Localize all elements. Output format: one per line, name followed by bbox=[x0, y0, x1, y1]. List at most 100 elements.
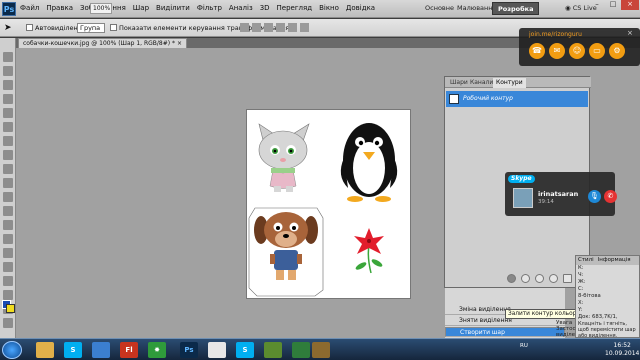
info-line: C: bbox=[578, 286, 584, 292]
align-icon[interactable] bbox=[252, 23, 261, 32]
menu-edit[interactable]: Правка bbox=[46, 4, 73, 12]
skype-call-window: Skype irinatsaran 39:14 🎙 ✆ bbox=[505, 172, 617, 216]
menu-select[interactable]: Виділити bbox=[156, 4, 190, 12]
skype-icon[interactable]: S bbox=[64, 342, 82, 358]
document-canvas[interactable] bbox=[247, 110, 410, 298]
end-call-icon[interactable]: ✆ bbox=[604, 190, 617, 203]
history-brush-tool-icon[interactable] bbox=[3, 178, 13, 188]
menu-help[interactable]: Довідка bbox=[346, 4, 375, 12]
move-tool-icon[interactable] bbox=[3, 52, 13, 62]
document-icon[interactable] bbox=[208, 342, 226, 358]
flower-illustration bbox=[354, 228, 384, 274]
system-clock[interactable]: 16:52 10.09.2014 bbox=[605, 342, 639, 358]
info-line: Ч: bbox=[578, 272, 584, 278]
caller-name: irinatsaran bbox=[538, 190, 579, 198]
auto-select-dropdown[interactable]: Група bbox=[77, 23, 105, 33]
skype-window-icon[interactable]: S bbox=[236, 342, 254, 358]
app-icon[interactable] bbox=[292, 342, 310, 358]
flash-icon[interactable]: Fl bbox=[120, 342, 138, 358]
path-row[interactable]: Робочий контур bbox=[446, 91, 588, 107]
align-icon[interactable] bbox=[288, 23, 297, 32]
healing-tool-icon[interactable] bbox=[3, 136, 13, 146]
gradient-tool-icon[interactable] bbox=[3, 206, 13, 216]
explorer-icon[interactable] bbox=[36, 342, 54, 358]
stroke-path-button[interactable] bbox=[521, 274, 530, 283]
eyedropper-tool-icon[interactable] bbox=[3, 122, 13, 132]
joinme-toolbar: join.me/rizonguru ☎ ✉ ☺ ▭ ⚙ bbox=[519, 28, 640, 66]
language-indicator[interactable]: RU bbox=[520, 343, 528, 349]
eraser-tool-icon[interactable] bbox=[3, 192, 13, 202]
chat-icon[interactable]: ✉ bbox=[549, 43, 565, 59]
align-icon[interactable] bbox=[240, 23, 249, 32]
taskbar: S Fl ✸ Ps S RU 16:52 10.09.2014 bbox=[0, 338, 640, 360]
load-selection-button[interactable] bbox=[535, 274, 544, 283]
make-path-button[interactable] bbox=[549, 274, 558, 283]
app-icon[interactable]: ✸ bbox=[148, 342, 166, 358]
clone-stamp-tool-icon[interactable] bbox=[3, 164, 13, 174]
lasso-tool-icon[interactable] bbox=[3, 80, 13, 90]
tab-paths[interactable]: Контури bbox=[493, 78, 526, 88]
workspace-design[interactable]: Розробка bbox=[492, 2, 540, 15]
tab-info[interactable]: Інформація bbox=[598, 256, 631, 265]
panel-tabs: Шари Канали Контури bbox=[445, 77, 591, 88]
start-button[interactable] bbox=[2, 341, 22, 359]
photoshop-icon[interactable]: Ps bbox=[180, 342, 198, 358]
info-panel: Стилі Інформація К: Ч: Ж: C: 8-бітова X:… bbox=[575, 255, 640, 345]
app-icon[interactable] bbox=[264, 342, 282, 358]
align-icon[interactable] bbox=[276, 23, 285, 32]
menu-file[interactable]: Файл bbox=[20, 4, 39, 12]
show-transform-checkbox[interactable] bbox=[110, 24, 117, 31]
menu-3d[interactable]: 3D bbox=[260, 4, 270, 12]
shape-tool-icon[interactable] bbox=[3, 290, 13, 300]
quick-select-tool-icon[interactable] bbox=[3, 94, 13, 104]
dodge-tool-icon[interactable] bbox=[3, 234, 13, 244]
files-icon[interactable] bbox=[92, 342, 110, 358]
settings-icon[interactable]: ⚙ bbox=[609, 43, 625, 59]
document-tab[interactable]: собачки-кошечки.jpg @ 100% (Шар 1, RGB/8… bbox=[18, 38, 187, 48]
brush-tool-icon[interactable] bbox=[3, 150, 13, 160]
align-icon[interactable] bbox=[264, 23, 273, 32]
close-icon[interactable]: × bbox=[627, 29, 633, 37]
move-tool-icon[interactable]: ➤ bbox=[4, 22, 16, 34]
path-thumbnail bbox=[449, 94, 459, 104]
menu-filter[interactable]: Фільтр bbox=[197, 4, 222, 12]
zoom-select[interactable]: 100% bbox=[90, 3, 112, 14]
microphone-icon[interactable]: 🎙 bbox=[588, 190, 601, 203]
fill-path-button[interactable] bbox=[507, 274, 516, 283]
type-tool-icon[interactable] bbox=[3, 262, 13, 272]
zoom-tool-icon[interactable] bbox=[3, 318, 13, 328]
pen-tool-icon[interactable] bbox=[3, 248, 13, 258]
close-tab-icon[interactable]: × bbox=[177, 40, 182, 47]
background-color-swatch[interactable] bbox=[6, 304, 15, 313]
tab-channels[interactable]: Канали bbox=[467, 78, 496, 88]
joinme-link[interactable]: join.me/rizonguru bbox=[529, 31, 582, 38]
blur-tool-icon[interactable] bbox=[3, 220, 13, 230]
canvas-artwork bbox=[248, 123, 398, 297]
info-line: К: bbox=[578, 265, 584, 271]
tab-styles[interactable]: Стилі bbox=[578, 256, 594, 265]
phone-icon[interactable]: ☎ bbox=[529, 43, 545, 59]
path-select-tool-icon[interactable] bbox=[3, 276, 13, 286]
info-line: X: bbox=[578, 300, 584, 306]
application-bar: Ps Файл Правка Зображення Шар Виділити Ф… bbox=[0, 0, 640, 18]
menu-analysis[interactable]: Аналіз bbox=[229, 4, 253, 12]
menu-view[interactable]: Перегляд bbox=[277, 4, 313, 12]
history-item-selected[interactable]: Створити шар bbox=[445, 327, 565, 337]
marquee-tool-icon[interactable] bbox=[3, 66, 13, 76]
doc-size: Док: 683,7K/1, bbox=[578, 314, 618, 320]
menu-window[interactable]: Вікно bbox=[319, 4, 339, 12]
avatar bbox=[513, 188, 533, 208]
menu-bar: Файл Правка Зображення Шар Виділити Філь… bbox=[20, 4, 375, 12]
auto-select-checkbox[interactable] bbox=[26, 24, 33, 31]
crop-tool-icon[interactable] bbox=[3, 108, 13, 118]
maximize-button[interactable]: □ bbox=[604, 0, 622, 10]
close-button[interactable]: × bbox=[621, 0, 639, 10]
menu-layer[interactable]: Шар bbox=[133, 4, 149, 12]
app-icon[interactable] bbox=[312, 342, 330, 358]
screen-share-icon[interactable]: ▭ bbox=[589, 43, 605, 59]
call-duration: 39:14 bbox=[538, 199, 554, 205]
align-icon[interactable] bbox=[300, 23, 309, 32]
participants-icon[interactable]: ☺ bbox=[569, 43, 585, 59]
new-path-button[interactable] bbox=[563, 274, 572, 283]
info-line: Y: bbox=[578, 307, 583, 313]
